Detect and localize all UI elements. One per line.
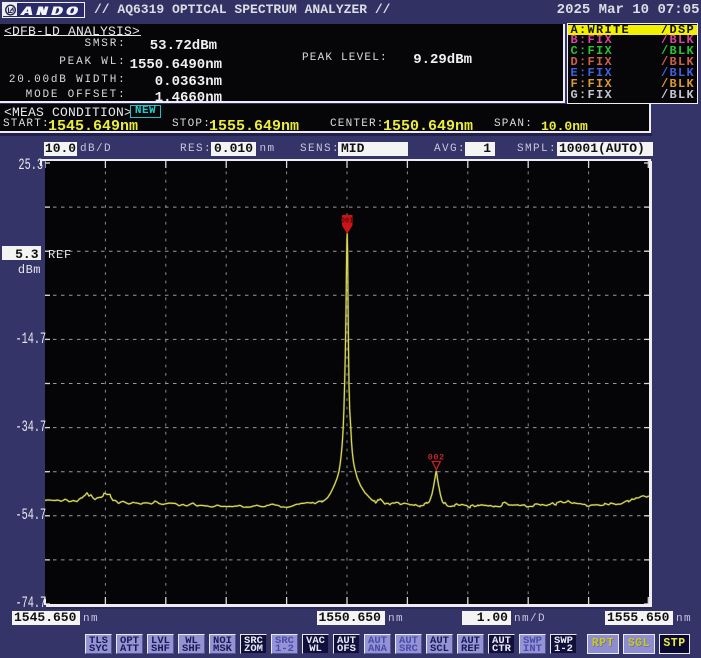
svg-text:001: 001: [341, 218, 354, 226]
